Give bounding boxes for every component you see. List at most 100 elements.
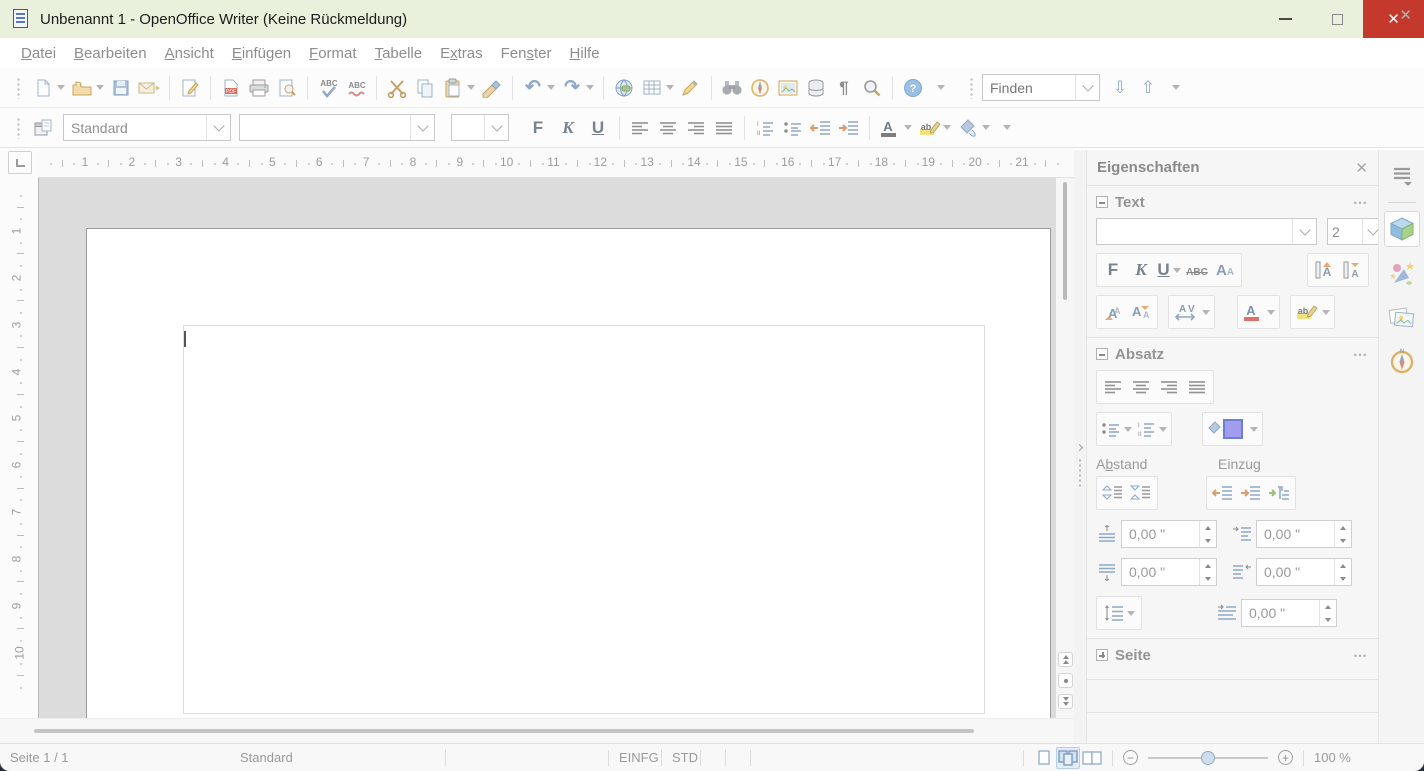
decrease-indent-button[interactable] (807, 113, 835, 143)
previous-page-button[interactable] (1058, 652, 1073, 667)
increase-font-size-button[interactable]: AA (1099, 298, 1127, 326)
minimize-button[interactable] (1259, 0, 1311, 38)
text-panel-header[interactable]: Text ⋯ (1087, 186, 1378, 218)
bullet-list-button[interactable] (779, 113, 807, 143)
new-document-button[interactable] (29, 73, 68, 103)
menu-item-hilfe[interactable]: Hilfe (561, 41, 609, 66)
sidebar-numbered-list-button[interactable]: III (1134, 415, 1169, 443)
bold-button[interactable]: F (523, 113, 553, 143)
status-page[interactable]: Seite 1 / 1 (0, 750, 230, 765)
first-line-indent-field[interactable]: 0,00 " (1241, 599, 1337, 627)
navigator-button[interactable] (746, 73, 774, 103)
increase-spacing-button[interactable] (1099, 479, 1127, 507)
decrease-spacing-button[interactable] (1127, 479, 1155, 507)
zoom-in-button[interactable]: + (1278, 750, 1293, 765)
menu-item-einfuegen[interactable]: Einfügen (223, 41, 300, 66)
sidebar-decrease-indent-button[interactable] (1209, 479, 1237, 507)
menu-item-bearbeiten[interactable]: Bearbeiten (65, 41, 156, 66)
sidebar-italic-button[interactable]: K (1127, 256, 1155, 284)
font-name-dropdown[interactable] (410, 115, 434, 140)
vertical-scrollbar-thumb[interactable] (1063, 182, 1067, 300)
open-button[interactable] (68, 73, 107, 103)
paste-button[interactable] (439, 73, 478, 103)
align-justify-button[interactable] (710, 113, 738, 143)
page-panel-more-button[interactable]: ⋯ (1353, 647, 1369, 664)
numbered-list-button[interactable]: III (751, 113, 779, 143)
indent-before-field[interactable]: 0,00 " (1256, 520, 1352, 548)
zoom-out-button[interactable]: − (1123, 750, 1138, 765)
close-button[interactable]: ✕ (1363, 0, 1424, 38)
sidebar-highlighting-button[interactable]: ab (1293, 298, 1332, 326)
edit-file-button[interactable] (176, 73, 204, 103)
sidebar-align-justify-button[interactable] (1183, 373, 1211, 401)
text-panel-more-button[interactable]: ⋯ (1353, 194, 1369, 211)
horizontal-ruler[interactable]: 123456789101112131415161718192021 (38, 148, 1074, 178)
page-preview-button[interactable] (273, 73, 301, 103)
sidebar-font-name-dropdown[interactable] (1292, 219, 1316, 244)
paragraph-style-input[interactable] (64, 120, 206, 136)
find-next-button[interactable]: ⇩ (1106, 73, 1134, 103)
status-insert-mode[interactable]: EINFG (609, 750, 661, 765)
single-page-view-button[interactable] (1032, 747, 1056, 769)
copy-button[interactable] (411, 73, 439, 103)
draw-functions-button[interactable] (677, 73, 705, 103)
export-pdf-button[interactable]: PDF (217, 73, 245, 103)
find-previous-button[interactable]: ⇧ (1134, 73, 1162, 103)
help-button[interactable]: ? (899, 73, 927, 103)
hyperlink-button[interactable] (610, 73, 638, 103)
shrink-font-ruler-button[interactable]: A (1338, 256, 1366, 284)
horizontal-scrollbar-thumb[interactable] (34, 729, 974, 733)
font-size-input[interactable] (452, 120, 484, 136)
cut-button[interactable] (383, 73, 411, 103)
spinner-buttons[interactable] (1199, 521, 1216, 547)
highlighting-button[interactable]: ab (915, 113, 954, 143)
vertical-scrollbar[interactable] (1056, 178, 1074, 718)
insert-table-button[interactable] (638, 73, 677, 103)
menu-item-fenster[interactable]: Fenster (492, 41, 561, 66)
spinner-buttons[interactable] (1334, 521, 1351, 547)
styles-window-button[interactable] (29, 113, 57, 143)
decrease-font-size-button[interactable]: AA (1127, 298, 1155, 326)
underline-button[interactable]: U (583, 113, 613, 143)
expand-icon[interactable] (1096, 649, 1108, 661)
collapse-icon[interactable] (1096, 196, 1108, 208)
auto-spellcheck-button[interactable]: ABC (342, 73, 370, 103)
grow-font-ruler-button[interactable]: A (1310, 256, 1338, 284)
zoom-slider-thumb[interactable] (1201, 751, 1215, 765)
find-dropdown[interactable] (1075, 75, 1099, 100)
sidebar-close-icon[interactable]: ✕ (1355, 159, 1368, 177)
menu-item-datei[interactable]: Datei (12, 41, 65, 66)
increase-indent-button[interactable] (835, 113, 863, 143)
find-overflow-button[interactable] (1162, 73, 1190, 103)
toolbar-grip[interactable] (16, 77, 21, 99)
font-name-combobox[interactable] (239, 114, 435, 141)
vertical-ruler[interactable]: 12345678910 (0, 178, 38, 718)
status-selection-mode[interactable]: STD (662, 750, 700, 765)
gallery-button[interactable] (774, 73, 802, 103)
find-toolbar-grip[interactable] (969, 77, 974, 99)
undo-button[interactable]: ↶ (519, 73, 558, 103)
document-workspace[interactable] (38, 178, 1056, 718)
align-center-button[interactable] (654, 113, 682, 143)
redo-button[interactable]: ↷ (558, 73, 597, 103)
paragraph-style-combobox[interactable] (63, 114, 231, 141)
sidebar-font-name-combobox[interactable] (1096, 218, 1317, 245)
menu-item-format[interactable]: Format (300, 41, 366, 66)
page-panel-header[interactable]: Seite ⋯ (1087, 639, 1378, 671)
sidebar-underline-button[interactable]: U (1155, 256, 1183, 284)
sidebar-font-color-button[interactable]: A (1240, 298, 1277, 326)
zoom-percentage[interactable]: 100 % (1304, 750, 1361, 765)
align-right-button[interactable] (682, 113, 710, 143)
horizontal-scrollbar[interactable] (0, 718, 1074, 743)
spinner-buttons[interactable] (1199, 559, 1216, 585)
sidebar-font-size-input[interactable] (1328, 224, 1362, 240)
font-color-button[interactable]: A (876, 113, 915, 143)
align-left-button[interactable] (626, 113, 654, 143)
email-document-button[interactable] (135, 73, 163, 103)
zoom-button[interactable] (858, 73, 886, 103)
formatting-overflow-button[interactable] (993, 113, 1021, 143)
hanging-indent-button[interactable] (1265, 479, 1293, 507)
spinner-buttons[interactable] (1334, 559, 1351, 585)
next-page-button[interactable] (1058, 694, 1073, 709)
tab-stop-selector[interactable] (8, 151, 32, 174)
